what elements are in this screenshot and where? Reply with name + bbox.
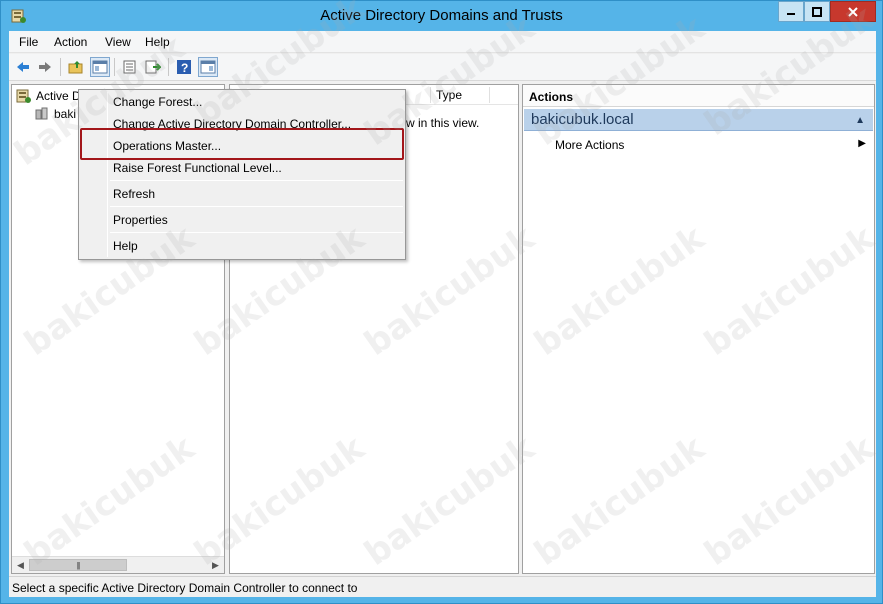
tree-domain-item[interactable]: baki — [34, 105, 76, 123]
refresh-button[interactable] — [143, 57, 163, 77]
menu-item-change-forest[interactable]: Change Forest... — [113, 95, 202, 109]
actions-title: Actions — [529, 90, 574, 104]
tree-domain-label: baki — [54, 107, 77, 121]
up-one-level-button[interactable] — [66, 57, 86, 77]
menu-item-refresh[interactable]: Refresh — [113, 187, 155, 201]
domain-icon — [35, 107, 48, 120]
menu-separator — [110, 180, 403, 181]
properties-button[interactable] — [198, 57, 218, 77]
actions-section-label: bakicubuk.local — [531, 111, 634, 128]
column-divider[interactable] — [489, 87, 490, 103]
toolbar-separator — [168, 58, 169, 76]
context-menu: Change Forest... Change Active Directory… — [78, 89, 406, 260]
context-menu-gutter — [107, 92, 108, 257]
export-list-button[interactable] — [120, 57, 140, 77]
menu-separator — [110, 232, 403, 233]
highlight-annotation-box — [80, 128, 404, 160]
show-hide-tree-icon — [92, 60, 108, 74]
forward-icon — [39, 62, 51, 72]
tree-horizontal-scrollbar[interactable]: ◀ ||| ▶ — [12, 556, 224, 573]
help-icon: ? — [177, 60, 191, 75]
scroll-left-arrow-icon[interactable]: ◀ — [12, 557, 29, 573]
forward-button[interactable] — [35, 57, 55, 77]
help-button[interactable]: ? — [174, 57, 194, 77]
status-text: Select a specific Active Directory Domai… — [12, 581, 358, 595]
maximize-button[interactable] — [804, 1, 830, 22]
column-header-type[interactable]: Type — [436, 88, 462, 102]
back-button[interactable] — [13, 57, 33, 77]
menu-item-help[interactable]: Help — [113, 239, 138, 253]
tree-root-label: Active D — [36, 89, 81, 103]
menu-separator — [110, 206, 403, 207]
close-button[interactable] — [830, 1, 876, 22]
empty-view-message: w in this view. — [406, 116, 480, 130]
toolbar-separator — [114, 58, 115, 76]
up-folder-icon — [68, 61, 83, 74]
toolbar-separator — [60, 58, 61, 76]
column-divider[interactable] — [430, 87, 431, 103]
menu-help[interactable]: Help — [145, 35, 170, 49]
maximize-icon — [812, 6, 822, 17]
close-icon — [848, 6, 858, 17]
status-bar: Select a specific Active Directory Domai… — [9, 576, 876, 597]
menu-item-raise-forest-level[interactable]: Raise Forest Functional Level... — [113, 161, 282, 175]
scroll-thumb[interactable]: ||| — [29, 559, 127, 571]
minimize-icon — [787, 12, 795, 15]
title-bar: Active Directory Domains and Trusts — [1, 1, 882, 31]
menu-bar: File Action View Help — [9, 31, 876, 53]
svg-text:?: ? — [181, 61, 188, 75]
actions-header: Actions — [523, 85, 874, 107]
submenu-arrow-icon: ▶ — [858, 138, 866, 149]
ad-domains-icon — [16, 89, 31, 103]
refresh-icon — [145, 60, 161, 74]
export-list-icon — [123, 60, 136, 74]
actions-pane: Actions bakicubuk.local ▲ More Actions ▶ — [522, 84, 875, 574]
menu-item-properties[interactable]: Properties — [113, 213, 168, 227]
properties-icon — [200, 60, 216, 74]
show-hide-tree-button[interactable] — [90, 57, 110, 77]
tree-root-item[interactable]: Active D — [16, 87, 81, 105]
menu-view[interactable]: View — [105, 35, 131, 49]
actions-section-domain[interactable]: bakicubuk.local ▲ — [524, 109, 873, 131]
minimize-button[interactable] — [778, 1, 804, 22]
collapse-up-icon[interactable]: ▲ — [855, 115, 865, 126]
menu-file[interactable]: File — [19, 35, 38, 49]
app-window: Active Directory Domains and Trusts File… — [0, 0, 883, 604]
menu-action[interactable]: Action — [54, 35, 87, 49]
toolbar: ? — [9, 54, 876, 81]
back-icon — [17, 62, 29, 72]
more-actions-item[interactable]: More Actions — [555, 138, 624, 152]
window-title: Active Directory Domains and Trusts — [320, 7, 563, 24]
scroll-right-arrow-icon[interactable]: ▶ — [207, 557, 224, 573]
